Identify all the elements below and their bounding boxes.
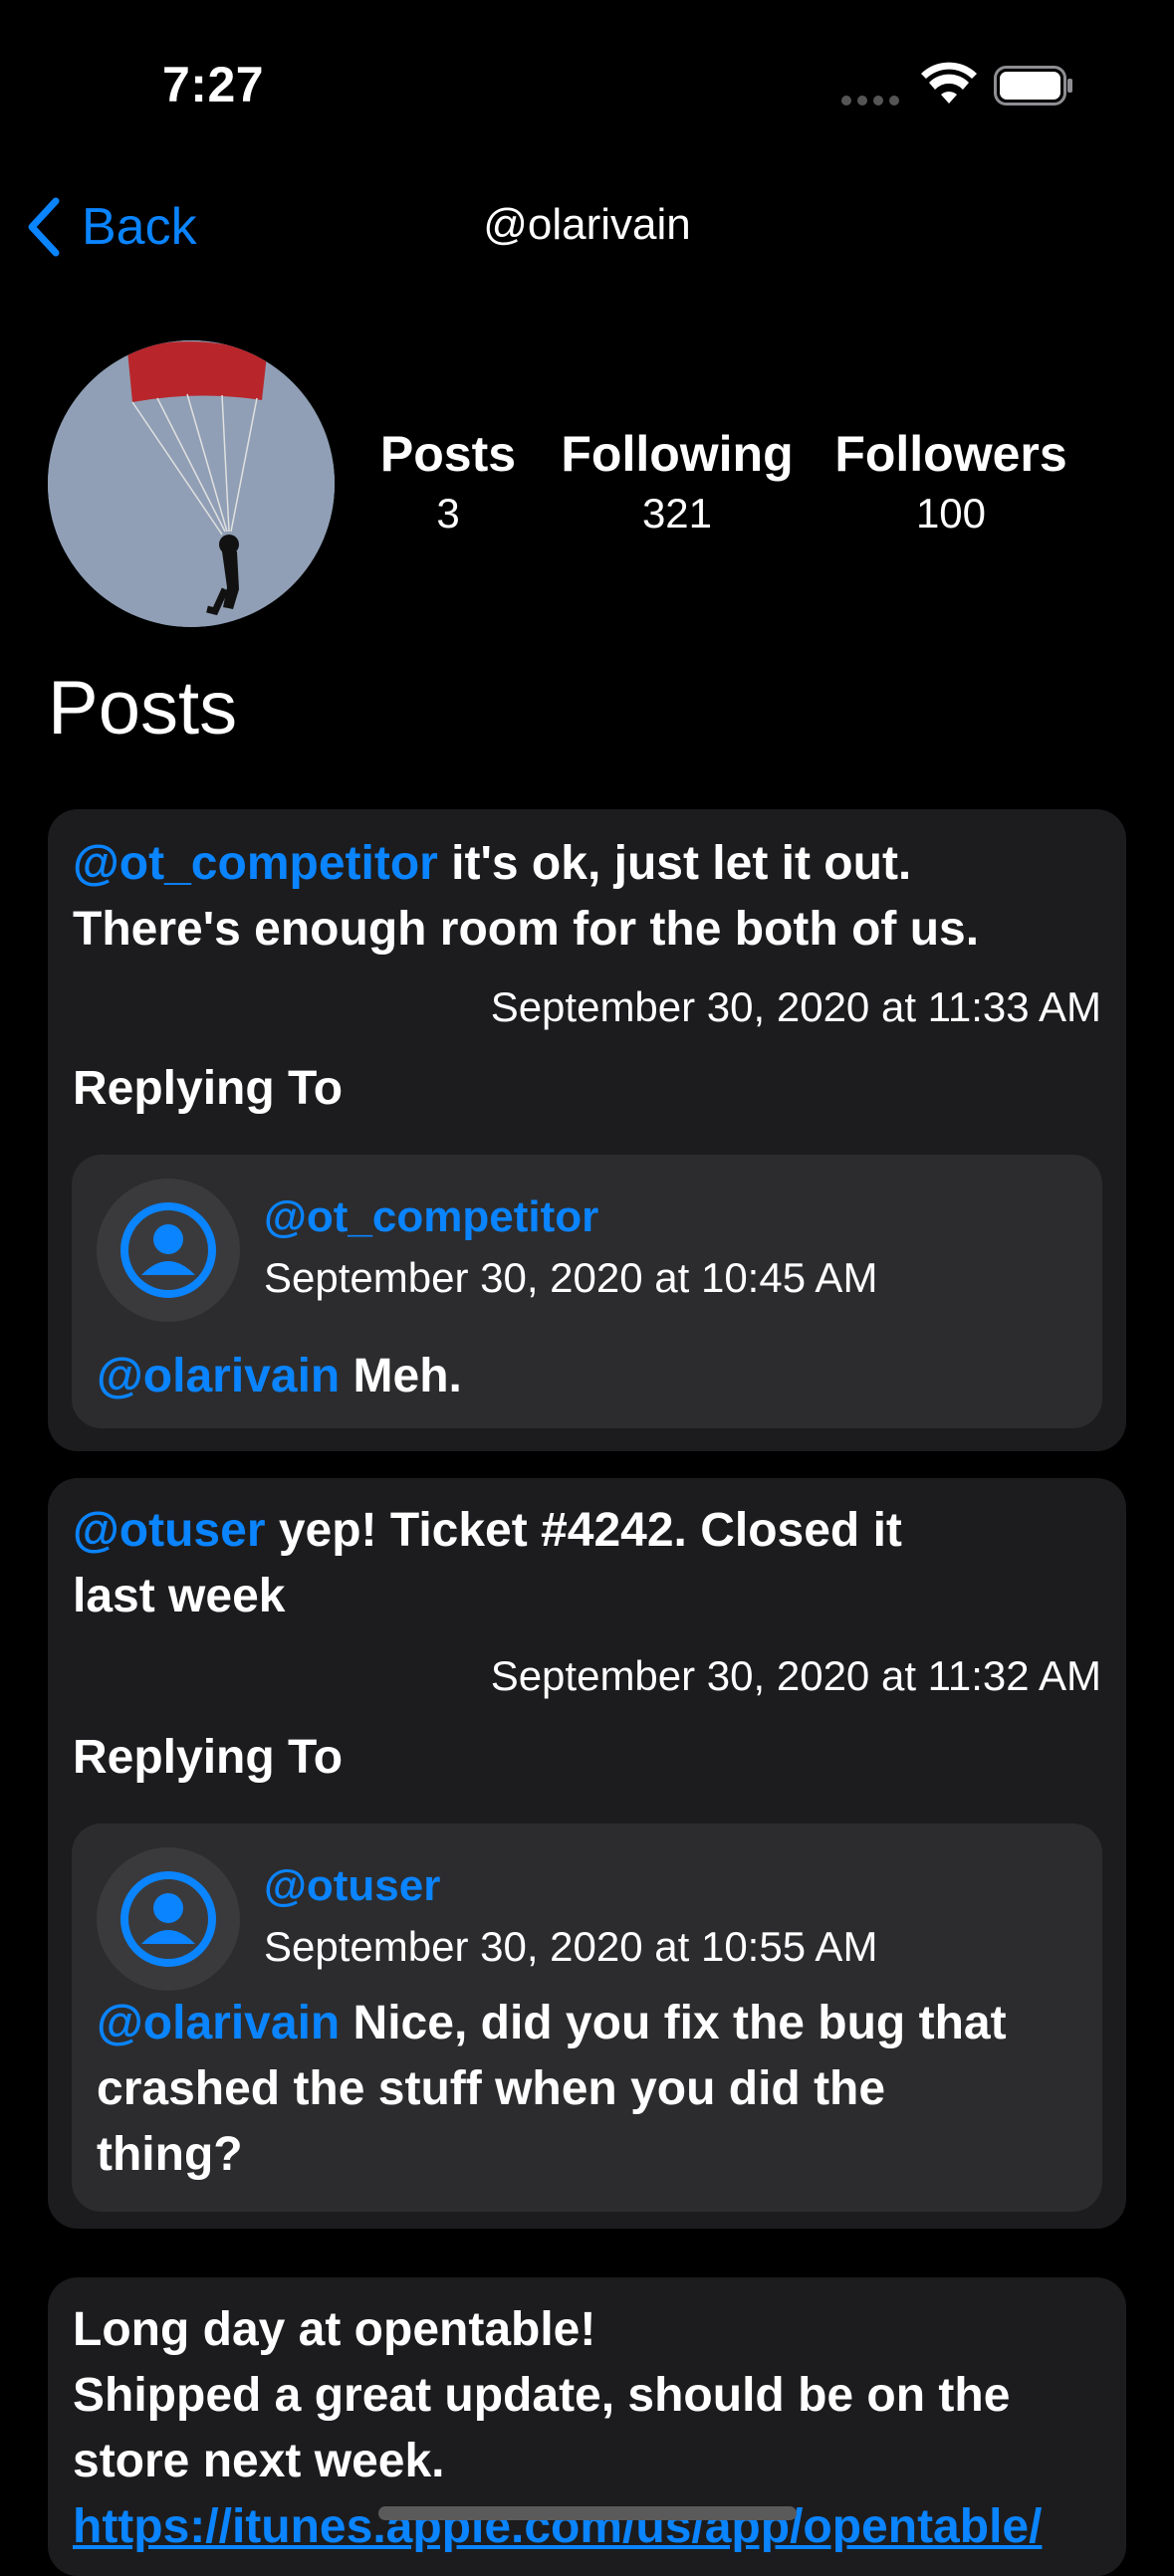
profile-avatar (48, 340, 335, 627)
post-text-line: Long day at opentable! (73, 2303, 596, 2356)
reply-avatar (97, 1847, 240, 1991)
replying-to-label: Replying To (73, 1731, 344, 1784)
posts-stat-value: 3 (436, 490, 460, 537)
status-time: 7:27 (162, 57, 265, 112)
reply-text-body: Meh. (340, 1350, 462, 1402)
post-date: September 30, 2020 at 11:33 AM (490, 983, 1101, 1030)
posts-section-title: Posts (48, 666, 238, 751)
post-date: September 30, 2020 at 11:32 AM (490, 1652, 1101, 1699)
reply-card[interactable]: @ot_competitor September 30, 2020 at 10:… (72, 1155, 1102, 1428)
reply-card[interactable]: @otuser September 30, 2020 at 10:55 AM @… (72, 1824, 1102, 2212)
following-stat-value: 321 (641, 490, 713, 537)
reply-text-line: thing? (97, 2128, 243, 2181)
post-mention-link[interactable]: @otuser (73, 1504, 266, 1557)
followers-stat-label: Followers (834, 426, 1067, 482)
reply-handle[interactable]: @otuser (264, 1861, 440, 1911)
followers-stat[interactable]: Followers 100 (834, 426, 1067, 545)
posts-stat-label: Posts (379, 426, 517, 482)
person-circle-icon (120, 1871, 216, 1967)
reply-text: @olarivain Meh. (97, 1344, 1077, 1409)
post-text: @otuser yep! Ticket #4242. Closed it las… (73, 1498, 1101, 1629)
reply-date: September 30, 2020 at 10:45 AM (264, 1254, 878, 1301)
page-title: @olarivain (483, 200, 691, 249)
wifi-icon (921, 62, 977, 104)
post-text-line: store next week. (73, 2435, 445, 2487)
reply-mention-link[interactable]: @olarivain (97, 1350, 340, 1402)
post-text-line: yep! Ticket #4242. Closed it (265, 1504, 902, 1557)
reply-text: @olarivain Nice, did you fix the bug tha… (97, 1991, 1077, 2188)
reply-text-line: Nice, did you fix the bug that (340, 1997, 1007, 2049)
followers-stat-value: 100 (915, 490, 987, 537)
reply-text-line: crashed the stuff when you did the (97, 2062, 886, 2115)
post-mention-link[interactable]: @ot_competitor (73, 837, 438, 890)
following-stat-label: Following (561, 426, 794, 482)
cellular-signal-icon (841, 96, 901, 107)
reply-date: September 30, 2020 at 10:55 AM (264, 1923, 878, 1970)
reply-handle[interactable]: @ot_competitor (264, 1192, 598, 1242)
person-circle-icon (120, 1202, 216, 1298)
post-card[interactable]: @otuser yep! Ticket #4242. Closed it las… (48, 1478, 1126, 2229)
posts-stat: Posts 3 (371, 426, 525, 545)
battery-icon (994, 66, 1072, 106)
post-text: @ot_competitor it's ok, just let it out.… (73, 831, 1101, 963)
post-text-line: last week (73, 1570, 286, 1622)
post-card[interactable]: Long day at opentable! Shipped a great u… (48, 2277, 1126, 2576)
post-text: Long day at opentable! Shipped a great u… (73, 2297, 1101, 2560)
replying-to-label: Replying To (73, 1062, 344, 1115)
reply-avatar (97, 1179, 240, 1322)
reply-mention-link[interactable]: @olarivain (97, 1997, 340, 2049)
post-card[interactable]: @ot_competitor it's ok, just let it out.… (48, 809, 1126, 1451)
post-text-line: it's ok, just let it out. (437, 837, 912, 890)
home-indicator[interactable] (378, 2506, 797, 2520)
post-text-line: Shipped a great update, should be on the (73, 2369, 1011, 2422)
following-stat[interactable]: Following 321 (561, 426, 794, 545)
post-text-line: There's enough room for the both of us. (73, 903, 980, 956)
